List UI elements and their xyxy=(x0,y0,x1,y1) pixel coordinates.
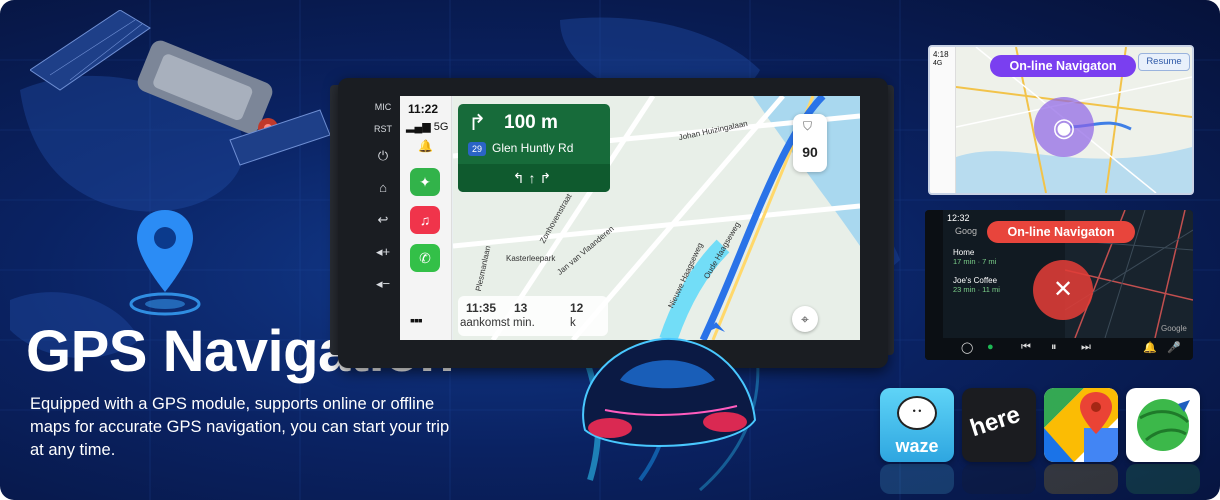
pause-icon[interactable]: ⏸ xyxy=(1051,341,1057,354)
map-label: Kasterleepark xyxy=(506,254,556,263)
status-signal: 4G xyxy=(933,60,943,67)
online-navigation-panel: 4:18 4G On-line Navigaton Resume ◉ xyxy=(928,45,1194,195)
waze-reflection xyxy=(880,464,954,494)
google-maps-app-icon[interactable]: G xyxy=(1044,388,1118,462)
here-label: here xyxy=(966,400,1024,443)
wifi-icon: ◉ xyxy=(1052,112,1076,142)
home-icon[interactable]: ⌂ xyxy=(368,172,398,204)
gps-banner: GPS Navigation Equipped with a GPS modul… xyxy=(0,0,1220,500)
waze-label: waze xyxy=(895,436,939,456)
signal-label: 5G xyxy=(433,121,449,133)
speed-camera-icon: ⛉ xyxy=(803,119,813,133)
recenter-icon[interactable]: ⌖ xyxy=(792,306,818,332)
satellite-illustration xyxy=(30,10,330,166)
previous-track-icon[interactable]: ⏮ xyxy=(1021,341,1031,354)
waze-app-icon[interactable]: • • waze xyxy=(880,388,954,462)
turn-instruction-card: ↱ 100 m 29 Glen Huntly Rd ↰↑↱ xyxy=(458,104,610,192)
turn-right-icon: ↱ xyxy=(468,110,487,135)
sports-car-illustration xyxy=(582,337,757,448)
volume-down-icon[interactable]: ◂− xyxy=(368,268,398,300)
lane-guidance-icon: ↰↑↱ xyxy=(458,164,610,192)
online-panel-sidebar: 4:18 4G xyxy=(930,47,956,193)
offline-navigation-badge: On-line Navigaton xyxy=(987,221,1135,243)
status-time: 4:18 xyxy=(933,50,949,59)
app-grid-icon[interactable]: ▪▪▪ xyxy=(410,312,423,328)
google-maps-reflection xyxy=(1044,464,1118,494)
music-app-icon[interactable]: ♫ xyxy=(410,206,440,234)
search-field[interactable]: Goog xyxy=(955,226,977,236)
location-pin-icon xyxy=(129,210,201,316)
navitel-globe-icon xyxy=(1137,399,1190,451)
phone-app-icon[interactable]: ✆ xyxy=(410,244,440,272)
offline-navigation-panel: 12:32 Goog On-line Navigaton Home 17 min… xyxy=(925,210,1193,360)
status-signal: ▂▄▆ 5G xyxy=(406,120,448,133)
power-icon[interactable]: ⏻ xyxy=(368,140,398,172)
home-circle-icon[interactable]: ◯ xyxy=(961,341,973,354)
status-time: 12:32 xyxy=(947,213,970,223)
google-watermark: Google xyxy=(1161,324,1187,333)
destination-title: Home xyxy=(953,248,975,257)
description-text: Equipped with a GPS module, supports onl… xyxy=(30,395,450,459)
navitel-reflection xyxy=(1126,464,1200,494)
here-reflection xyxy=(962,464,1036,494)
online-navigation-badge: On-line Navigaton xyxy=(990,55,1136,77)
navitel-app-icon[interactable] xyxy=(1126,388,1200,462)
speed-limit-widget[interactable]: ⛉ 90 xyxy=(793,114,827,172)
speed-limit-value: 90 xyxy=(802,144,818,160)
head-unit-side-buttons: MIC RST ⏻ ⌂ ↩ ◂+ ◂− xyxy=(368,96,398,296)
eta-label: aankomst min. xyxy=(460,317,535,329)
carplay-dock: 11:22 ▂▄▆ 5G 🔔 ✦ ♫ ✆ ▪▪▪ xyxy=(400,96,452,340)
route-badge: 29 xyxy=(468,142,486,156)
waze-eyes-icon: • • xyxy=(912,406,922,416)
eta-arrival-time: 11:35 xyxy=(466,301,497,315)
microphone-icon[interactable]: 🎤 xyxy=(1167,341,1181,354)
destination-home[interactable]: Home 17 min · 7 mi xyxy=(953,248,1063,266)
volume-up-icon[interactable]: ◂+ xyxy=(368,236,398,268)
carplay-screen: Johan Huizingalaan Kasterleepark Plesman… xyxy=(400,96,860,340)
back-icon[interactable]: ↩ xyxy=(368,204,398,236)
reset-label[interactable]: RST xyxy=(368,118,398,140)
no-wifi-icon: ✕ xyxy=(1033,260,1093,320)
maps-app-icon[interactable]: ✦ xyxy=(410,168,440,196)
here-app-icon[interactable]: here xyxy=(962,388,1036,462)
google-g-label: G xyxy=(1050,392,1066,414)
notification-icon[interactable]: 🔔 xyxy=(418,139,433,153)
wifi-status: ◉ xyxy=(1034,97,1094,157)
waze-face-icon: • • xyxy=(897,396,937,430)
turn-distance: 100 m xyxy=(504,112,558,133)
turn-road-name: Glen Huntly Rd xyxy=(492,141,574,155)
destination-title: Joe's Coffee xyxy=(953,276,998,285)
signal-bars-icon: ▂▄▆ xyxy=(406,121,434,133)
next-track-icon[interactable]: ⏭ xyxy=(1081,341,1091,354)
eta-minutes: 13 xyxy=(514,301,528,315)
status-time: 11:22 xyxy=(408,102,439,116)
spotify-icon[interactable]: ● xyxy=(987,341,994,353)
bell-icon[interactable]: 🔔 xyxy=(1143,341,1157,354)
mic-label[interactable]: MIC xyxy=(368,96,398,118)
resume-button[interactable]: Resume xyxy=(1138,53,1190,71)
